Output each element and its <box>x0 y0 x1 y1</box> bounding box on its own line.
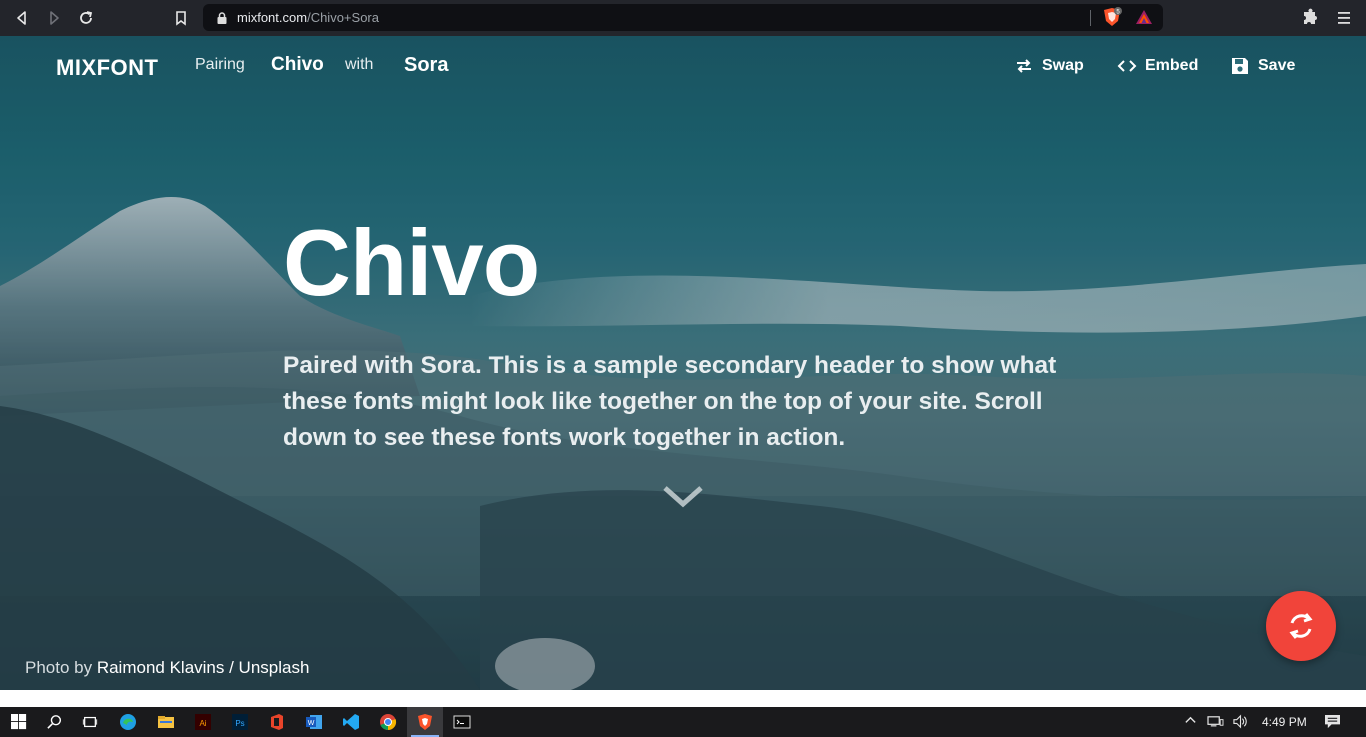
secondary-font-selector[interactable]: Sora <box>404 54 448 77</box>
bookmark-button[interactable] <box>165 0 197 36</box>
embed-label: Embed <box>1145 57 1199 74</box>
url-host: mixfont.com <box>237 10 308 25</box>
brave-shields-icon[interactable]: 5 <box>1101 7 1123 27</box>
office-icon[interactable] <box>266 711 288 733</box>
photo-credit: Photo by Raimond Klavins / Unsplash <box>25 658 309 678</box>
scroll-down-chevron-icon[interactable] <box>662 484 704 510</box>
lock-icon <box>217 11 227 24</box>
url-path: /Chivo+Sora <box>307 10 379 25</box>
url-text: mixfont.com/Chivo+Sora <box>237 10 379 25</box>
illustrator-icon[interactable]: Ai <box>192 711 214 733</box>
swap-icon <box>1017 59 1031 73</box>
brave-rewards-icon[interactable] <box>1135 8 1153 26</box>
menu-icon[interactable] <box>1334 8 1354 28</box>
back-button[interactable] <box>6 0 38 36</box>
sample-headline: Chivo <box>283 210 540 315</box>
address-bar[interactable]: mixfont.com/Chivo+Sora 5 <box>203 4 1163 31</box>
edge-icon[interactable] <box>117 711 139 733</box>
forward-icon <box>50 11 59 25</box>
refresh-pairing-button[interactable] <box>1266 591 1336 661</box>
credit-prefix: Photo by <box>25 658 97 677</box>
primary-font-selector[interactable]: Chivo <box>271 54 324 76</box>
pairing-label: Pairing <box>195 56 245 73</box>
browser-toolbar: mixfont.com/Chivo+Sora 5 <box>0 0 1366 36</box>
with-label: with <box>345 56 374 73</box>
svg-text:Ps: Ps <box>235 719 244 728</box>
code-icon <box>1117 60 1137 72</box>
terminal-icon[interactable] <box>451 711 473 733</box>
word-icon[interactable]: W <box>303 711 325 733</box>
windows-taskbar: Ai Ps W 4:49 PM <box>0 707 1366 737</box>
hero-section: MIXFONT Pairing Chivo with Sora Swap Emb… <box>0 36 1366 690</box>
forward-button[interactable] <box>38 0 70 36</box>
bookmark-icon <box>176 11 186 26</box>
extensions-icon[interactable] <box>1300 8 1320 28</box>
save-button[interactable]: Save <box>1230 56 1295 76</box>
brave-browser-icon[interactable] <box>414 711 436 733</box>
sample-subheader: Paired with Sora. This is a sample secon… <box>283 352 1057 451</box>
reload-icon <box>80 11 93 24</box>
file-explorer-icon[interactable] <box>155 711 177 733</box>
photoshop-icon[interactable]: Ps <box>229 711 251 733</box>
credit-name-link[interactable]: Raimond Klavins / Unsplash <box>97 658 310 677</box>
floppy-disk-icon <box>1232 58 1248 74</box>
reload-button[interactable] <box>70 0 102 36</box>
address-bar-divider <box>1090 10 1091 26</box>
network-icon[interactable] <box>1207 714 1224 732</box>
swap-label: Swap <box>1042 57 1084 74</box>
notifications-icon[interactable] <box>1324 714 1341 732</box>
svg-text:Ai: Ai <box>199 719 206 728</box>
volume-icon[interactable] <box>1232 714 1249 732</box>
refresh-icon <box>1289 613 1313 639</box>
mixfont-logo[interactable]: MIXFONT <box>56 55 159 81</box>
chrome-icon[interactable] <box>377 711 399 733</box>
save-label: Save <box>1258 57 1296 74</box>
task-view-icon[interactable] <box>79 711 101 733</box>
svg-text:W: W <box>308 720 315 727</box>
embed-button[interactable]: Embed <box>1117 56 1198 76</box>
site-header: MIXFONT Pairing Chivo with Sora Swap Emb… <box>0 36 1366 96</box>
back-icon <box>17 11 26 25</box>
vscode-icon[interactable] <box>340 711 362 733</box>
windows-start-icon[interactable] <box>8 711 30 733</box>
swap-button[interactable]: Swap <box>1014 56 1084 76</box>
search-icon[interactable] <box>44 711 66 733</box>
tray-overflow-chevron-icon[interactable] <box>1184 714 1197 730</box>
taskbar-clock[interactable]: 4:49 PM <box>1262 715 1307 729</box>
